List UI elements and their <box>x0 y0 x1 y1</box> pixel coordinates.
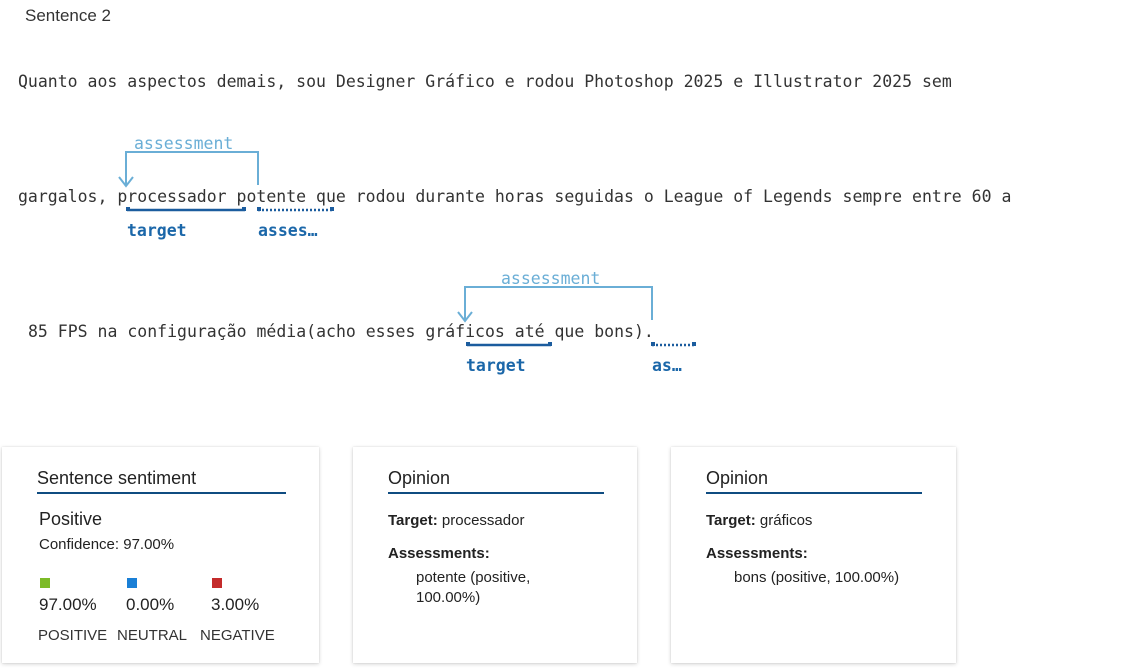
opinion-card-1: Opinion Target: processador Assessments:… <box>353 447 637 663</box>
opinion-card-2: Opinion Target: gráficos Assessments: bo… <box>671 447 956 663</box>
card-heading: Sentence sentiment <box>37 468 197 488</box>
assessment-line-1: bons (positive, 100.00%) <box>734 569 900 586</box>
target-key: Target: <box>388 512 438 529</box>
opinion-heading: Opinion <box>706 468 769 488</box>
sentiment-label: Positive <box>39 509 103 529</box>
assessment-value: bons (positive, 100.00%) <box>734 568 899 588</box>
sentence-sentiment-card: Sentence sentiment Positive Confidence: … <box>2 447 319 663</box>
target-value: processador <box>441 512 525 529</box>
assessments-key: Assessments: <box>706 545 808 562</box>
neutral-swatch <box>127 578 137 588</box>
assessments-key: Assessments: <box>388 545 490 562</box>
assessment-line-2: 100.00%) <box>416 589 481 606</box>
positive-swatch <box>40 578 50 588</box>
assessment-label-1: asses… <box>258 221 318 240</box>
opinion-heading: Opinion <box>388 468 451 488</box>
negative-swatch <box>212 578 222 588</box>
target-key: Target: <box>706 512 756 529</box>
assessment-value: potente (positive, 100.00%) <box>416 568 530 608</box>
target-label-1: target <box>127 221 187 240</box>
relation-arcs <box>118 151 696 347</box>
relation-label-2: assessment <box>501 269 601 288</box>
relation-arc-1 <box>125 151 259 185</box>
opinion-target: Target: processador <box>388 512 524 529</box>
negative-caption: NEGATIVE <box>200 627 275 644</box>
confidence-text: Confidence: 97.00% <box>39 536 175 553</box>
negative-score: 3.00% <box>211 595 260 614</box>
heading-rule <box>37 492 286 494</box>
target-value: gráficos <box>759 512 813 529</box>
relation-label-1: assessment <box>134 134 234 153</box>
neutral-score: 0.00% <box>126 595 175 614</box>
heading-rule <box>388 492 604 494</box>
heading-rule <box>706 492 922 494</box>
positive-score: 97.00% <box>39 595 97 614</box>
opinion-target: Target: gráficos <box>706 512 812 529</box>
target-label-2: target <box>466 356 526 375</box>
relation-arc-2 <box>464 286 653 320</box>
assessment-label-2: as… <box>652 356 682 375</box>
neutral-caption: NEUTRAL <box>117 627 188 644</box>
positive-caption: POSITIVE <box>38 627 108 644</box>
assessment-line-1: potente (positive, <box>416 569 531 586</box>
